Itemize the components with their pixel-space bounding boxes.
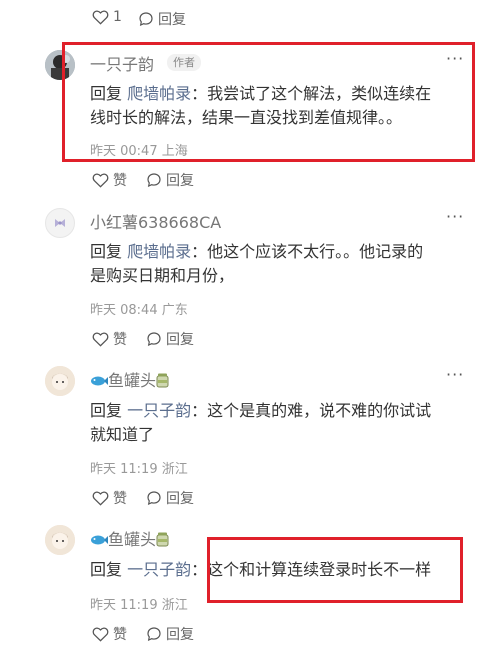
more-icon: ··· bbox=[446, 365, 465, 384]
more-icon: ··· bbox=[446, 207, 465, 226]
avatar[interactable] bbox=[45, 366, 75, 396]
comment-location: 广东 bbox=[161, 303, 188, 318]
avatar[interactable] bbox=[45, 525, 75, 555]
comment-text-line: 就知道了 bbox=[90, 425, 155, 444]
chat-bubble-icon bbox=[147, 491, 161, 506]
heart-icon bbox=[92, 491, 109, 506]
fish-emoji-icon bbox=[91, 535, 108, 545]
reply-target[interactable]: 一只子韵 bbox=[127, 401, 191, 420]
like-label: 赞 bbox=[113, 332, 127, 348]
reply-button[interactable]: 回复 bbox=[146, 624, 194, 644]
avatar[interactable] bbox=[45, 208, 75, 238]
highlight-box bbox=[62, 42, 475, 162]
comment-time: 昨天 11:19 bbox=[90, 462, 158, 477]
like-label: 赞 bbox=[113, 627, 127, 643]
highlight-box bbox=[207, 537, 463, 603]
reply-prefix: 回复 bbox=[90, 401, 123, 420]
comment-meta: 昨天 11:19 浙江 bbox=[90, 458, 188, 477]
like-button[interactable]: 赞 bbox=[92, 170, 127, 190]
avatar-image bbox=[55, 219, 65, 227]
comment-username[interactable]: 小红薯638668CA bbox=[90, 209, 221, 233]
reply-prefix: 回复 bbox=[90, 560, 123, 579]
reply-label: 回复 bbox=[166, 332, 194, 348]
like-button[interactable]: 赞 bbox=[92, 488, 127, 508]
like-button[interactable]: 赞 bbox=[92, 329, 127, 349]
avatar-image bbox=[45, 525, 75, 555]
reply-button[interactable]: 回复 bbox=[146, 329, 194, 349]
heart-icon bbox=[92, 10, 109, 25]
chat-bubble-icon bbox=[147, 627, 161, 642]
reply-label: 回复 bbox=[166, 491, 194, 507]
reply-label: 回复 bbox=[158, 12, 186, 28]
heart-icon bbox=[92, 332, 109, 347]
reply-button[interactable]: 回复 bbox=[146, 170, 194, 190]
comment-text: 回复 一只子韵：这个是真的难，说不难的你试试 就知道了 bbox=[90, 399, 465, 447]
more-button[interactable]: ··· bbox=[446, 207, 464, 226]
comment-meta: 昨天 11:19 浙江 bbox=[90, 594, 188, 613]
reply-target[interactable]: 一只子韵 bbox=[127, 560, 191, 579]
like-count: 1 bbox=[113, 9, 122, 25]
like-button[interactable]: 1 bbox=[92, 9, 122, 25]
jar-emoji-icon bbox=[156, 373, 169, 388]
jar-emoji-icon bbox=[156, 532, 169, 547]
chat-bubble-icon bbox=[147, 332, 161, 347]
chat-bubble-icon bbox=[147, 173, 161, 188]
reply-target[interactable]: 爬墙帕录 bbox=[127, 242, 191, 261]
comment-location: 浙江 bbox=[161, 598, 188, 613]
comment-username[interactable]: 鱼罐头 bbox=[90, 367, 169, 391]
username-text: 鱼罐头 bbox=[108, 530, 157, 549]
comment-text-line: 他这个应该不太行。。他记录的 bbox=[207, 242, 424, 261]
fish-emoji-icon bbox=[91, 376, 108, 386]
comment-text: 回复 爬墙帕录：他这个应该不太行。。他记录的 是购买日期和月份， bbox=[90, 240, 465, 288]
comment-text-line: 这个是真的难，说不难的你试试 bbox=[207, 401, 432, 420]
reply-button[interactable]: 回复 bbox=[138, 9, 186, 29]
like-label: 赞 bbox=[113, 491, 127, 507]
comment-time: 昨天 11:19 bbox=[90, 598, 158, 613]
reply-label: 回复 bbox=[166, 173, 194, 189]
reply-prefix: 回复 bbox=[90, 242, 123, 261]
avatar-image bbox=[45, 366, 75, 396]
like-label: 赞 bbox=[113, 173, 127, 189]
username-text: 鱼罐头 bbox=[108, 371, 157, 390]
chat-bubble-icon bbox=[139, 12, 153, 27]
comment-meta: 昨天 08:44 广东 bbox=[90, 299, 188, 318]
more-button[interactable]: ··· bbox=[446, 365, 464, 384]
reply-button[interactable]: 回复 bbox=[146, 488, 194, 508]
like-button[interactable]: 赞 bbox=[92, 624, 127, 644]
reply-label: 回复 bbox=[166, 627, 194, 643]
comment-location: 浙江 bbox=[161, 462, 188, 477]
comment-text-line: 是购买日期和月份， bbox=[90, 266, 235, 285]
comment-time: 昨天 08:44 bbox=[90, 303, 158, 318]
comment-username[interactable]: 鱼罐头 bbox=[90, 526, 169, 550]
heart-icon bbox=[92, 173, 109, 188]
heart-icon bbox=[92, 627, 109, 642]
